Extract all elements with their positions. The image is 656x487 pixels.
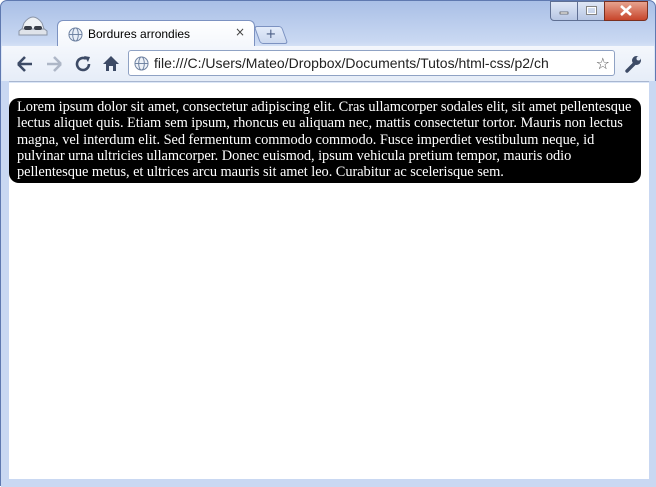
tab-close-icon[interactable]: × bbox=[235, 25, 245, 39]
rounded-text-block: Lorem ipsum dolor sit amet, consectetur … bbox=[9, 98, 641, 184]
globe-icon bbox=[68, 27, 83, 42]
page-icon bbox=[134, 56, 149, 71]
tab-bordures-arrondies[interactable]: Bordures arrondies × bbox=[57, 20, 255, 47]
maximize-button[interactable] bbox=[577, 1, 605, 21]
wrench-icon[interactable] bbox=[622, 53, 644, 75]
maximize-icon bbox=[586, 6, 597, 15]
address-bar[interactable]: file:///C:/Users/Mateo/Dropbox/Documents… bbox=[128, 50, 615, 76]
page-viewport: Lorem ipsum dolor sit amet, consectetur … bbox=[9, 83, 649, 479]
toolbar: file:///C:/Users/Mateo/Dropbox/Documents… bbox=[2, 46, 654, 82]
back-arrow-icon[interactable] bbox=[14, 53, 36, 75]
window-frame-left bbox=[1, 81, 9, 481]
tab-title: Bordures arrondies bbox=[88, 27, 191, 41]
browser-window: Bordures arrondies × + file:///C:/Users/… bbox=[0, 0, 656, 487]
address-text[interactable]: file:///C:/Users/Mateo/Dropbox/Documents… bbox=[154, 55, 592, 71]
window-frame-right bbox=[649, 81, 656, 481]
close-icon bbox=[620, 5, 632, 16]
close-window-button[interactable] bbox=[604, 1, 648, 21]
incognito-icon bbox=[18, 16, 48, 36]
star-icon[interactable]: ☆ bbox=[596, 54, 610, 73]
forward-arrow-icon[interactable] bbox=[43, 53, 65, 75]
new-tab-button[interactable]: + bbox=[253, 26, 289, 44]
minimize-icon bbox=[559, 11, 569, 15]
plus-icon: + bbox=[265, 27, 277, 42]
home-icon[interactable] bbox=[100, 53, 122, 75]
minimize-button[interactable] bbox=[550, 1, 578, 21]
reload-icon[interactable] bbox=[72, 53, 94, 75]
